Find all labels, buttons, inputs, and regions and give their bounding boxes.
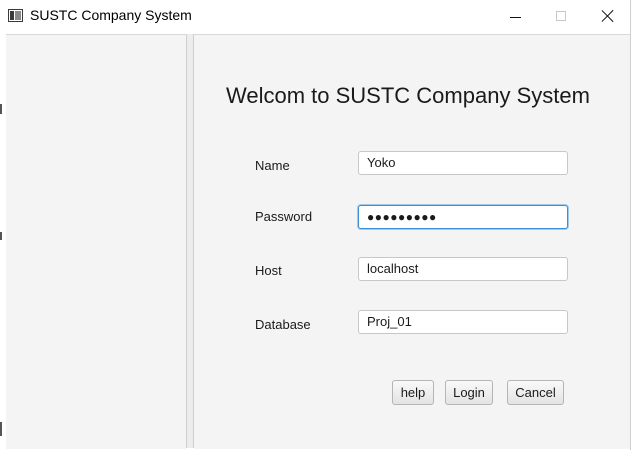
edge-mark xyxy=(0,422,2,436)
password-field[interactable]: ●●●●●●●●● xyxy=(358,205,568,229)
host-field[interactable]: localhost xyxy=(358,257,568,281)
help-button[interactable]: help xyxy=(392,380,434,405)
login-pane: Welcom to SUSTC Company System Name Yoko… xyxy=(194,34,630,449)
close-icon xyxy=(601,9,615,23)
login-button[interactable]: Login xyxy=(445,380,493,405)
window-app-icon xyxy=(8,9,23,22)
window-content: Welcom to SUSTC Company System Name Yoko… xyxy=(0,32,630,450)
maximize-button[interactable] xyxy=(538,0,584,32)
window-title: SUSTC Company System xyxy=(30,7,192,23)
edge-mark xyxy=(0,232,2,240)
host-label: Host xyxy=(255,263,282,278)
edge-mark xyxy=(0,104,2,114)
password-label: Password xyxy=(255,209,313,224)
maximize-icon xyxy=(556,11,566,21)
password-mask: ●●●●●●●●● xyxy=(367,210,437,224)
database-label: Database xyxy=(255,317,311,332)
cancel-button[interactable]: Cancel xyxy=(507,380,564,405)
close-button[interactable] xyxy=(585,0,630,32)
minimize-button[interactable] xyxy=(492,0,538,32)
split-pane-divider[interactable] xyxy=(186,34,194,448)
left-pane xyxy=(6,34,186,449)
page-title: Welcom to SUSTC Company System xyxy=(226,83,590,108)
database-field[interactable]: Proj_01 xyxy=(358,310,568,334)
name-label: Name xyxy=(255,158,290,173)
app-window: SUSTC Company System Welcom to SUSTC Com… xyxy=(0,0,631,450)
name-field[interactable]: Yoko xyxy=(358,151,568,175)
title-bar[interactable]: SUSTC Company System xyxy=(0,0,630,32)
minimize-icon xyxy=(509,16,521,18)
